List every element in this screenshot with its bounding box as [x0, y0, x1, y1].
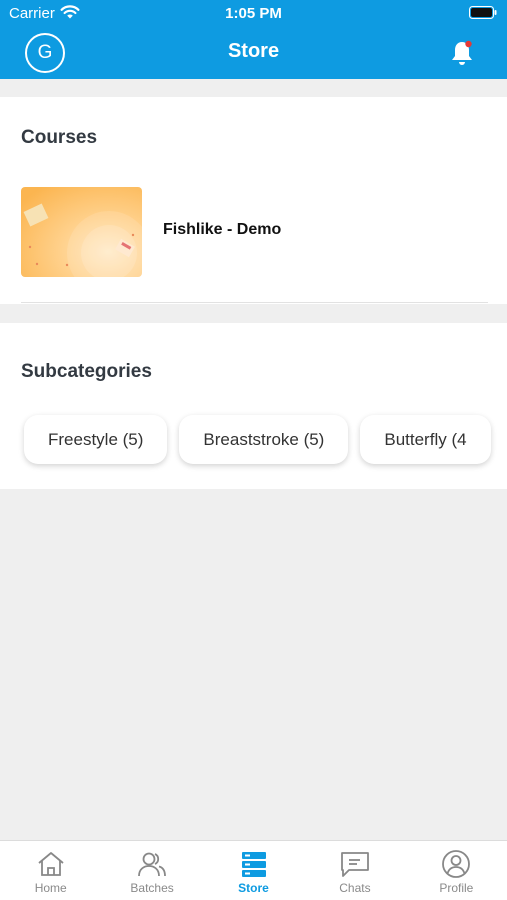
tab-batches[interactable]: Batches	[101, 841, 202, 900]
courses-heading: Courses	[21, 127, 98, 148]
notification-bell-icon[interactable]	[449, 39, 475, 67]
tab-profile[interactable]: Profile	[406, 841, 507, 900]
subcategory-chip-breaststroke[interactable]: Breaststroke (5)	[179, 415, 349, 464]
chats-icon	[341, 852, 369, 877]
page-title: Store	[227, 40, 280, 62]
subcategories-heading: Subcategories	[21, 361, 152, 382]
subcategory-chip-row: Freestyle (5) Breaststroke (5) Butterfly…	[24, 415, 491, 464]
courses-section: Courses Fishlike - Demo	[0, 97, 507, 304]
divider	[21, 302, 488, 303]
home-icon	[38, 852, 64, 876]
notification-dot	[465, 40, 472, 48]
subcategories-section: Subcategories Freestyle (5) Breaststroke…	[0, 323, 507, 489]
tab-store[interactable]: Store	[203, 841, 304, 900]
course-title: Fishlike - Demo	[163, 221, 282, 238]
battery-icon	[469, 6, 497, 19]
tab-label-profile: Profile	[439, 881, 474, 895]
course-thumbnail	[21, 187, 142, 277]
subcategory-chip-butterfly[interactable]: Butterfly (4	[360, 415, 491, 464]
tab-label-home: Home	[34, 881, 67, 895]
profile-icon	[442, 850, 471, 878]
bottom-tab-bar: Home Batches Store Chats Profile	[0, 840, 507, 900]
store-icon	[241, 852, 266, 877]
app-header: Carrier 1:05 PM G Store	[0, 0, 507, 79]
tab-chats[interactable]: Chats	[304, 841, 405, 900]
subcategory-chip-freestyle[interactable]: Freestyle (5)	[24, 415, 168, 464]
status-bar: Carrier 1:05 PM	[0, 0, 507, 28]
tab-label-batches: Batches	[130, 881, 174, 895]
tab-label-store: Store	[238, 881, 269, 895]
batches-icon	[138, 852, 167, 877]
course-card[interactable]: Fishlike - Demo	[0, 181, 507, 281]
tab-home[interactable]: Home	[0, 841, 101, 900]
tab-label-chats: Chats	[339, 881, 371, 895]
clock: 1:05 PM	[225, 5, 282, 22]
